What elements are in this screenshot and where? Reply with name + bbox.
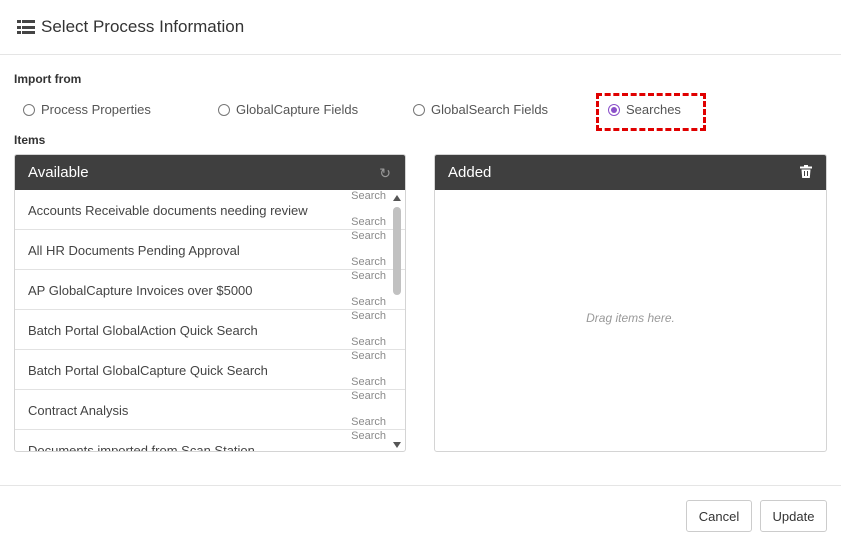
update-button[interactable]: Update [760,500,827,532]
available-panel-title: Available [28,164,89,181]
selection-highlight-box [596,93,706,131]
scroll-up-arrow-icon[interactable] [393,195,401,201]
item-name: Documents imported from Scan Station [28,443,255,451]
item-type: Search [351,376,386,388]
list-item[interactable]: Search AP GlobalCapture Invoices over $5… [15,270,405,310]
item-type: Search [351,350,386,362]
radio-label: Process Properties [41,102,151,117]
item-type: Search [351,430,386,442]
import-source-radio-group: Process Properties GlobalCapture Fields … [0,102,841,122]
drop-zone-hint: Drag items here. [586,311,675,325]
added-panel-title: Added [448,164,492,181]
radio-label: GlobalCapture Fields [236,102,359,117]
available-panel: Available ↻ Search Accounts Receivable d… [14,154,406,452]
scroll-down-arrow-icon[interactable] [393,442,401,448]
added-panel-header: Added [435,155,826,190]
radio-label: GlobalSearch Fields [431,102,549,117]
trash-icon[interactable] [800,165,812,181]
item-name: All HR Documents Pending Approval [28,243,240,258]
dialog-header: Select Process Information [0,0,841,55]
radio-globalsearch-fields[interactable]: GlobalSearch Fields [413,102,548,117]
item-type: Search [351,216,386,228]
item-name: AP GlobalCapture Invoices over $5000 [28,283,253,298]
radio-button[interactable] [23,103,35,116]
radio-globalcapture-fields[interactable]: GlobalCapture Fields [218,102,358,117]
radio-button[interactable] [413,103,425,116]
radio-button[interactable] [218,103,230,116]
item-type: Search [351,230,386,242]
item-name: Batch Portal GlobalAction Quick Search [28,323,258,338]
scroll-thumb[interactable] [393,207,401,295]
dialog-title: Select Process Information [41,17,245,36]
item-type: Search [351,270,386,282]
cancel-button[interactable]: Cancel [686,500,752,532]
list-item[interactable]: Search All HR Documents Pending Approval… [15,230,405,270]
item-type: Search [351,416,386,428]
trash-glyph [800,165,812,178]
select-process-dialog: Select Process Information Import from P… [0,0,841,545]
available-list: Search Accounts Receivable documents nee… [15,190,405,451]
refresh-icon[interactable]: ↻ [379,165,391,182]
item-name: Accounts Receivable documents needing re… [28,203,308,218]
item-type: Search [351,390,386,402]
item-type: Search [351,190,386,202]
item-type: Search [351,310,386,322]
list-item[interactable]: Search Documents imported from Scan Stat… [15,430,405,451]
item-type: Search [351,296,386,308]
item-type: Search [351,336,386,348]
list-item[interactable]: Search Batch Portal GlobalCapture Quick … [15,350,405,390]
item-name: Batch Portal GlobalCapture Quick Search [28,363,268,378]
list-item[interactable]: Search Contract Analysis Search [15,390,405,430]
available-list-scrollbar[interactable] [390,190,404,451]
list-icon [17,20,35,34]
import-from-label: Import from [14,72,82,86]
added-panel: Added Drag items here. [434,154,827,452]
item-name: Contract Analysis [28,403,129,418]
radio-process-properties[interactable]: Process Properties [23,102,151,117]
available-panel-header: Available ↻ [15,155,405,190]
items-label: Items [14,133,46,147]
list-item[interactable]: Search Accounts Receivable documents nee… [15,190,405,230]
list-item[interactable]: Search Batch Portal GlobalAction Quick S… [15,310,405,350]
item-type: Search [351,256,386,268]
